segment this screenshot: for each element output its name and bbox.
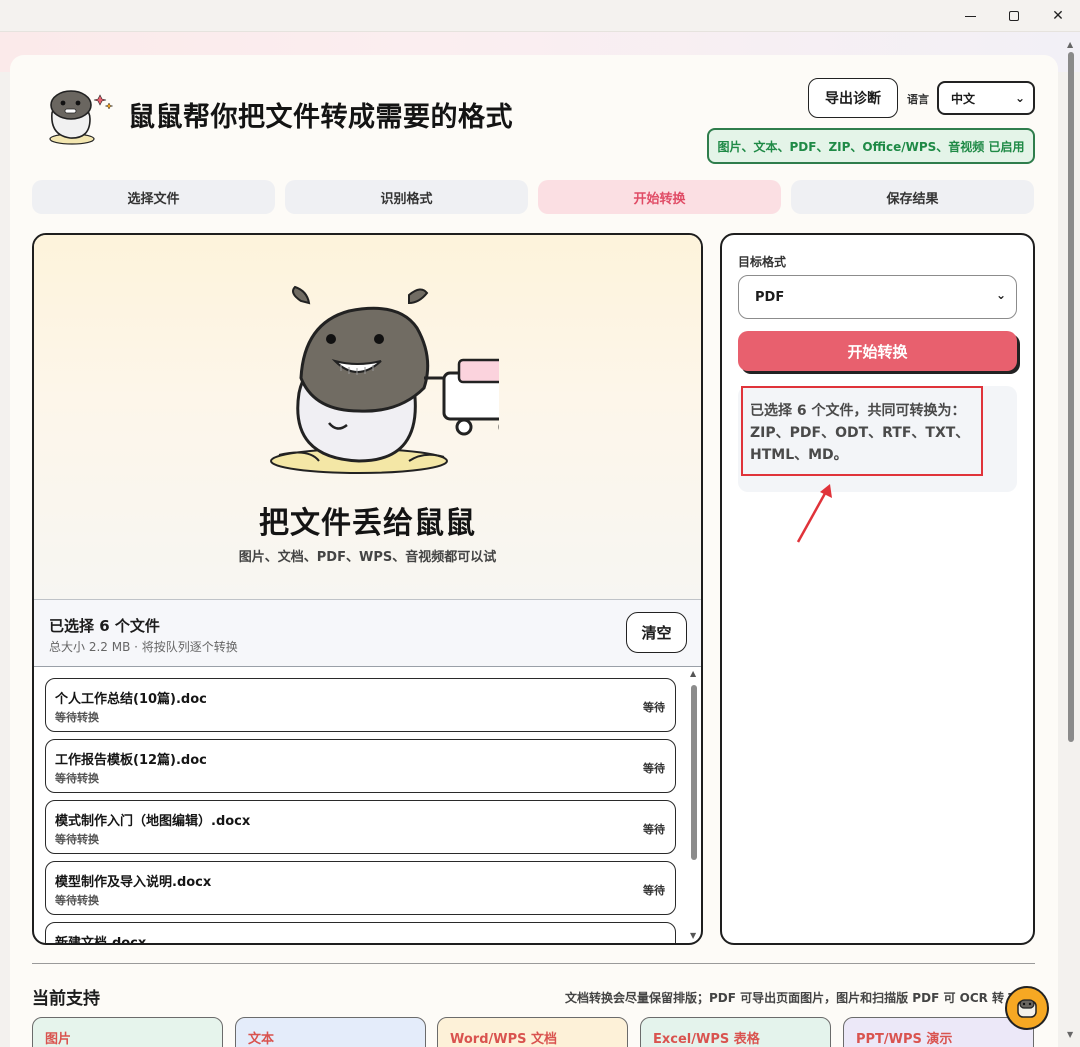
file-drop-zone[interactable]: 把文件丢给鼠鼠 图片、文档、PDF、WPS、音视频都可以试 (34, 235, 701, 600)
hamster-logo (49, 90, 113, 145)
language-select[interactable]: 中文 ⌄ (937, 81, 1035, 115)
target-format-select[interactable]: PDF ⌄ (738, 275, 1017, 319)
file-name: 模式制作入门（地图编辑）.docx (55, 814, 251, 829)
category-card-excel[interactable]: Excel/WPS 表格 (640, 1017, 831, 1047)
minimize-icon[interactable] (948, 4, 992, 28)
support-section-note: 文档转换会尽量保留排版；PDF 可导出页面图片，图片和扫描版 PDF 可 OCR… (565, 991, 1026, 1005)
clear-button[interactable]: 清空 (626, 612, 687, 653)
file-status: 等待转换 (55, 772, 99, 785)
file-name: 新建文档.docx (55, 936, 147, 945)
scroll-down-icon[interactable]: ▼ (690, 931, 696, 940)
file-name: 个人工作总结(10篇).doc (55, 692, 207, 707)
drop-zone-title: 把文件丢给鼠鼠 (259, 506, 476, 541)
file-item[interactable]: 模式制作入门（地图编辑）.docx 等待转换 等待 (45, 800, 676, 854)
category-card-ppt[interactable]: PPT/WPS 演示 (843, 1017, 1034, 1047)
window-titlebar: ✕ (0, 0, 1080, 32)
category-card-word[interactable]: Word/WPS 文档 (437, 1017, 628, 1047)
selection-summary: 已选择 6 个文件 总大小 2.2 MB · 将按队列逐个转换 清空 (34, 600, 701, 667)
mascot-helper-button[interactable] (1005, 986, 1049, 1030)
selection-size: 总大小 2.2 MB · 将按队列逐个转换 (49, 640, 238, 654)
step-select-files[interactable]: 选择文件 (32, 180, 275, 214)
category-card-text[interactable]: 文本 (235, 1017, 426, 1047)
file-item[interactable]: 新建文档.docx (45, 922, 676, 945)
file-name: 模型制作及导入说明.docx (55, 875, 212, 890)
page-scrollbar-thumb[interactable] (1068, 52, 1074, 742)
language-label: 语言 (907, 93, 929, 106)
annotation-arrow-icon (796, 484, 832, 543)
app-container: 鼠鼠帮你把文件转成需要的格式 导出诊断 语言 中文 ⌄ 图片、文本、PDF、ZI… (10, 55, 1058, 1047)
annotation-highlight-box (741, 386, 983, 476)
hamster-icon (1017, 999, 1037, 1018)
file-status: 等待转换 (55, 894, 99, 907)
enabled-formats-badge: 图片、文本、PDF、ZIP、Office/WPS、音视频 已启用 (707, 128, 1035, 164)
file-name: 工作报告模板(12篇).doc (55, 753, 207, 768)
conversion-panel: 目标格式 PDF ⌄ 开始转换 已选择 6 个文件，共同可转换为：ZIP、PDF… (720, 233, 1035, 945)
step-save-results[interactable]: 保存结果 (791, 180, 1034, 214)
close-icon[interactable]: ✕ (1036, 4, 1080, 28)
hamster-cart-illustration (270, 285, 499, 474)
export-diagnostics-button[interactable]: 导出诊断 (808, 78, 898, 118)
section-divider (32, 963, 1035, 964)
scroll-down-icon[interactable]: ▼ (1067, 1030, 1073, 1039)
file-item[interactable]: 工作报告模板(12篇).doc 等待转换 等待 (45, 739, 676, 793)
selection-count: 已选择 6 个文件 (49, 617, 160, 635)
file-status: 等待转换 (55, 711, 99, 724)
drop-zone-subtitle: 图片、文档、PDF、WPS、音视频都可以试 (238, 550, 497, 565)
support-section-title: 当前支持 (32, 989, 100, 1009)
chevron-down-icon: ⌄ (1014, 91, 1025, 105)
chevron-down-icon: ⌄ (995, 288, 1006, 302)
file-list[interactable]: 个人工作总结(10篇).doc 等待转换 等待 工作报告模板(12篇).doc … (34, 667, 701, 945)
file-list-scrollbar[interactable]: ▲ ▼ (689, 667, 699, 943)
language-value: 中文 (951, 91, 976, 106)
category-card-images[interactable]: 图片 (32, 1017, 223, 1047)
target-format-value: PDF (755, 289, 785, 305)
file-panel: 把文件丢给鼠鼠 图片、文档、PDF、WPS、音视频都可以试 已选择 6 个文件 … (32, 233, 703, 945)
file-item[interactable]: 个人工作总结(10篇).doc 等待转换 等待 (45, 678, 676, 732)
file-status: 等待转换 (55, 833, 99, 846)
file-state-badge: 等待 (643, 884, 665, 897)
target-format-label: 目标格式 (738, 255, 787, 269)
app-title: 鼠鼠帮你把文件转成需要的格式 (128, 102, 513, 133)
file-item[interactable]: 模型制作及导入说明.docx 等待转换 等待 (45, 861, 676, 915)
file-state-badge: 等待 (643, 762, 665, 775)
step-detect-format[interactable]: 识别格式 (285, 180, 528, 214)
step-start-conversion[interactable]: 开始转换 (538, 180, 781, 214)
scroll-up-icon[interactable]: ▲ (690, 669, 696, 678)
file-state-badge: 等待 (643, 701, 665, 714)
scroll-up-icon[interactable]: ▲ (1067, 40, 1073, 49)
file-state-badge: 等待 (643, 823, 665, 836)
maximize-icon[interactable] (992, 4, 1036, 28)
start-conversion-button[interactable]: 开始转换 (738, 331, 1017, 371)
page-scrollbar[interactable]: ▲ ▼ (1066, 40, 1076, 1040)
scrollbar-thumb[interactable] (691, 685, 697, 860)
